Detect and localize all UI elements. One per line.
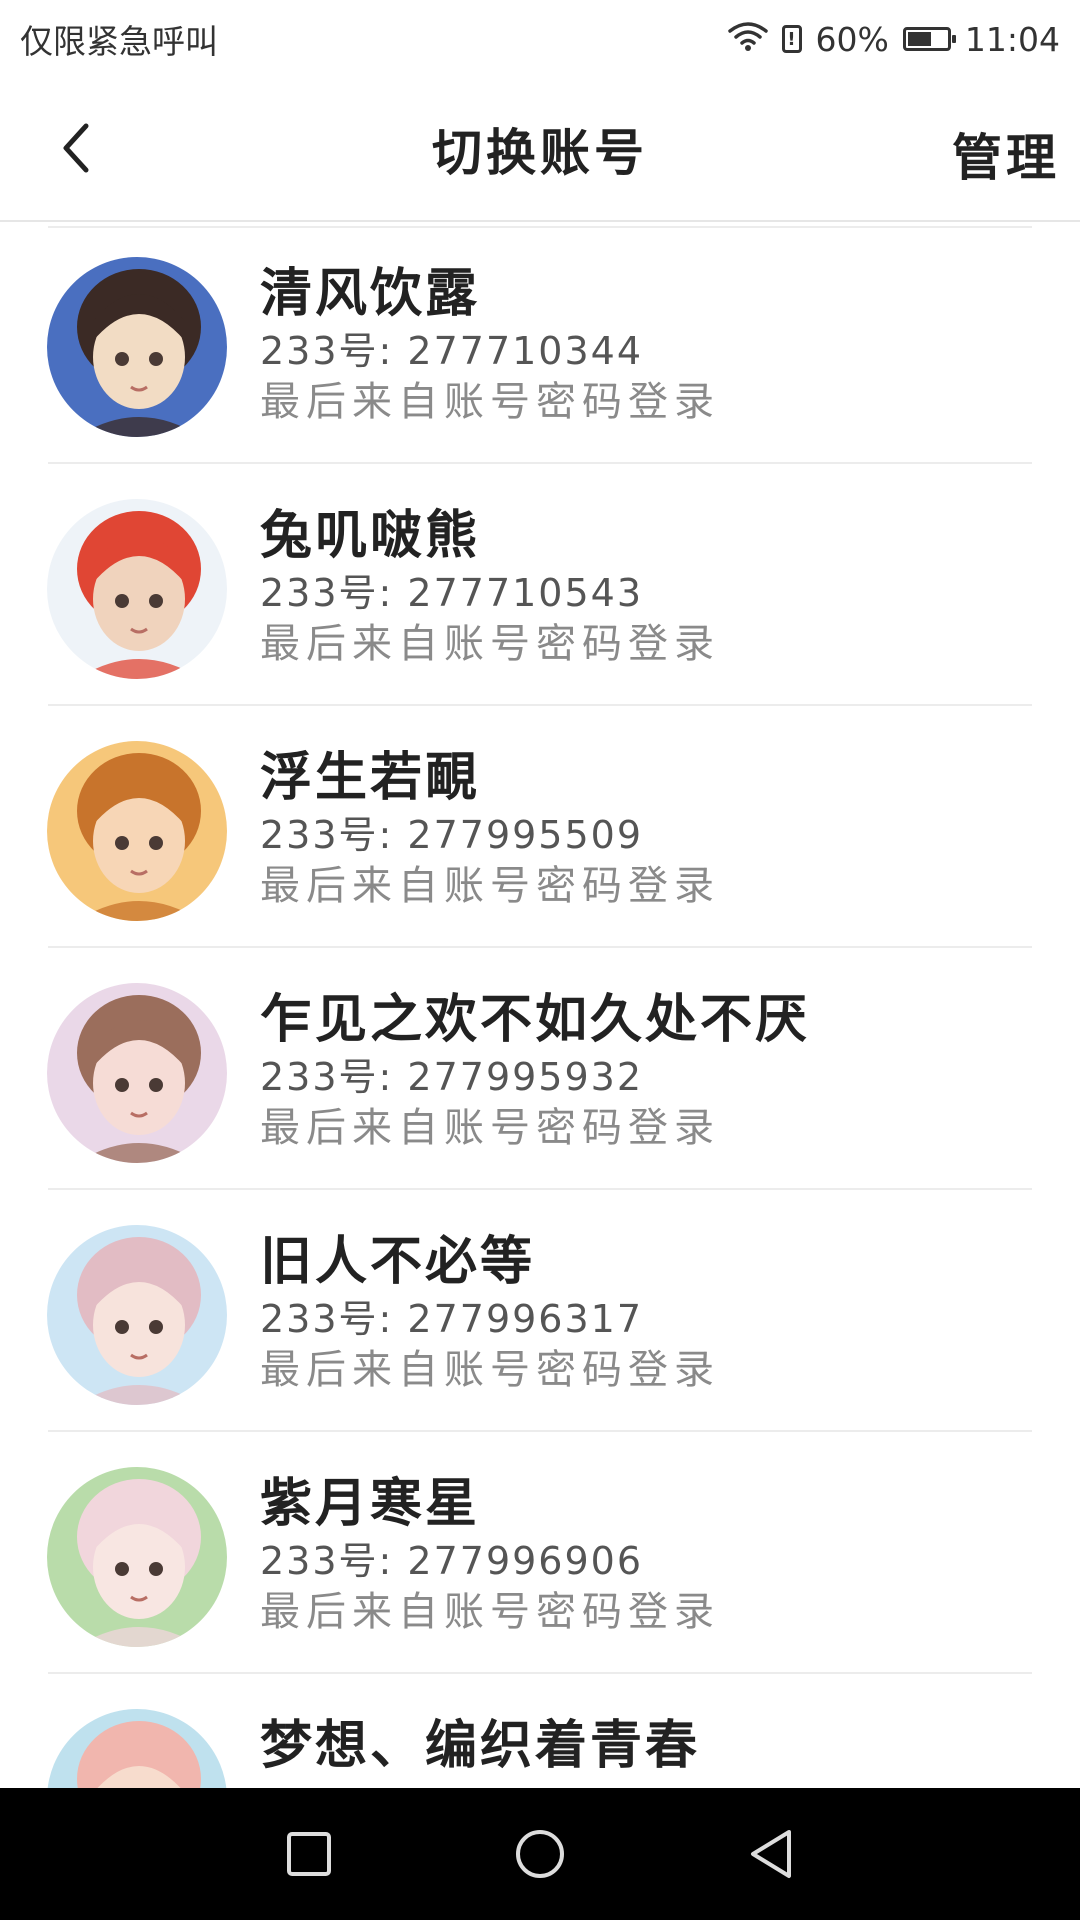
clock: 11:04	[964, 19, 1060, 59]
avatar	[47, 741, 227, 921]
login-source: 最后来自账号密码登录	[260, 379, 720, 425]
chevron-left-icon	[63, 123, 89, 173]
avatar	[47, 1709, 227, 1788]
recent-apps-icon	[287, 1832, 331, 1876]
nav-back-button[interactable]	[743, 1826, 799, 1882]
avatar	[47, 1467, 227, 1647]
manage-button[interactable]: 管理	[952, 118, 1060, 190]
account-id: 233号: 277710543	[260, 571, 644, 615]
account-info: 旧人不必等 233号: 277996317 最后来自账号密码登录	[260, 1230, 1032, 1396]
login-source: 最后来自账号密码登录	[260, 863, 720, 909]
back-icon	[751, 1830, 791, 1878]
account-nickname: 梦想、编织着青春	[260, 1716, 701, 1776]
carrier-text: 仅限紧急呼叫	[20, 22, 218, 61]
account-id: 233号: 277995932	[260, 1055, 644, 1099]
wifi-icon	[727, 20, 768, 59]
back-button[interactable]	[46, 118, 106, 178]
status-icons: ! 60% 11:04	[727, 19, 1060, 59]
page-title: 切换账号	[432, 124, 648, 182]
account-item[interactable]: 清风饮露 233号: 277710344 最后来自账号密码登录	[0, 222, 1080, 464]
account-nickname: 兔叽啵熊	[260, 506, 481, 566]
home-button[interactable]	[512, 1826, 568, 1882]
avatar	[47, 1225, 227, 1405]
account-list[interactable]: 清风饮露 233号: 277710344 最后来自账号密码登录 兔叽啵熊 233号: 2…	[0, 222, 1080, 1788]
account-nickname: 浮生若靦	[260, 748, 481, 808]
avatar	[47, 499, 227, 679]
login-source: 最后来自账号密码登录	[260, 621, 720, 667]
account-nickname: 紫月寒星	[260, 1474, 481, 1534]
account-item[interactable]: 兔叽啵熊 233号: 277710543 最后来自账号密码登录	[0, 464, 1080, 706]
battery-icon	[902, 27, 956, 51]
account-id: 233号: 277996906	[260, 1539, 644, 1583]
alert-icon: !	[781, 25, 802, 53]
account-nickname: 旧人不必等	[260, 1232, 536, 1292]
recent-apps-button[interactable]	[281, 1826, 337, 1882]
account-nickname: 乍见之欢不如久处不厌	[260, 990, 811, 1050]
account-item[interactable]: 紫月寒星 233号: 277996906 最后来自账号密码登录	[0, 1432, 1080, 1674]
account-id: 233号: 277996317	[260, 1297, 644, 1341]
login-source: 最后来自账号密码登录	[260, 1589, 720, 1635]
account-info: 浮生若靦 233号: 277995509 最后来自账号密码登录	[260, 746, 1032, 912]
login-source: 最后来自账号密码登录	[260, 1347, 720, 1393]
status-bar: 仅限紧急呼叫 ! 60% 11:04	[0, 0, 1080, 78]
avatar	[47, 983, 227, 1163]
battery-fill	[907, 32, 931, 46]
app-header: 切换账号 管理	[0, 78, 1080, 222]
account-info: 清风饮露 233号: 277710344 最后来自账号密码登录	[260, 262, 1032, 428]
login-source: 最后来自账号密码登录	[260, 1105, 720, 1151]
avatar	[47, 257, 227, 437]
account-info: 梦想、编织着青春	[260, 1714, 1032, 1778]
account-id: 233号: 277995509	[260, 813, 644, 857]
account-info: 兔叽啵熊 233号: 277710543 最后来自账号密码登录	[260, 504, 1032, 670]
account-info: 乍见之欢不如久处不厌 233号: 277995932 最后来自账号密码登录	[260, 988, 1032, 1154]
account-item[interactable]: 浮生若靦 233号: 277995509 最后来自账号密码登录	[0, 706, 1080, 948]
account-info: 紫月寒星 233号: 277996906 最后来自账号密码登录	[260, 1472, 1032, 1638]
account-nickname: 清风饮露	[260, 264, 481, 324]
account-id: 233号: 277710344	[260, 329, 644, 373]
account-item[interactable]: 乍见之欢不如久处不厌 233号: 277995932 最后来自账号密码登录	[0, 948, 1080, 1190]
account-item[interactable]: 旧人不必等 233号: 277996317 最后来自账号密码登录	[0, 1190, 1080, 1432]
system-nav-bar	[0, 1788, 1080, 1920]
battery-percent: 60%	[815, 19, 889, 59]
account-item[interactable]: 梦想、编织着青春	[0, 1674, 1080, 1788]
switch-account-screen: 仅限紧急呼叫 ! 60% 11:04 切换账号 管理 清风饮露 233号: 27…	[0, 0, 1080, 1920]
home-icon	[516, 1830, 564, 1878]
